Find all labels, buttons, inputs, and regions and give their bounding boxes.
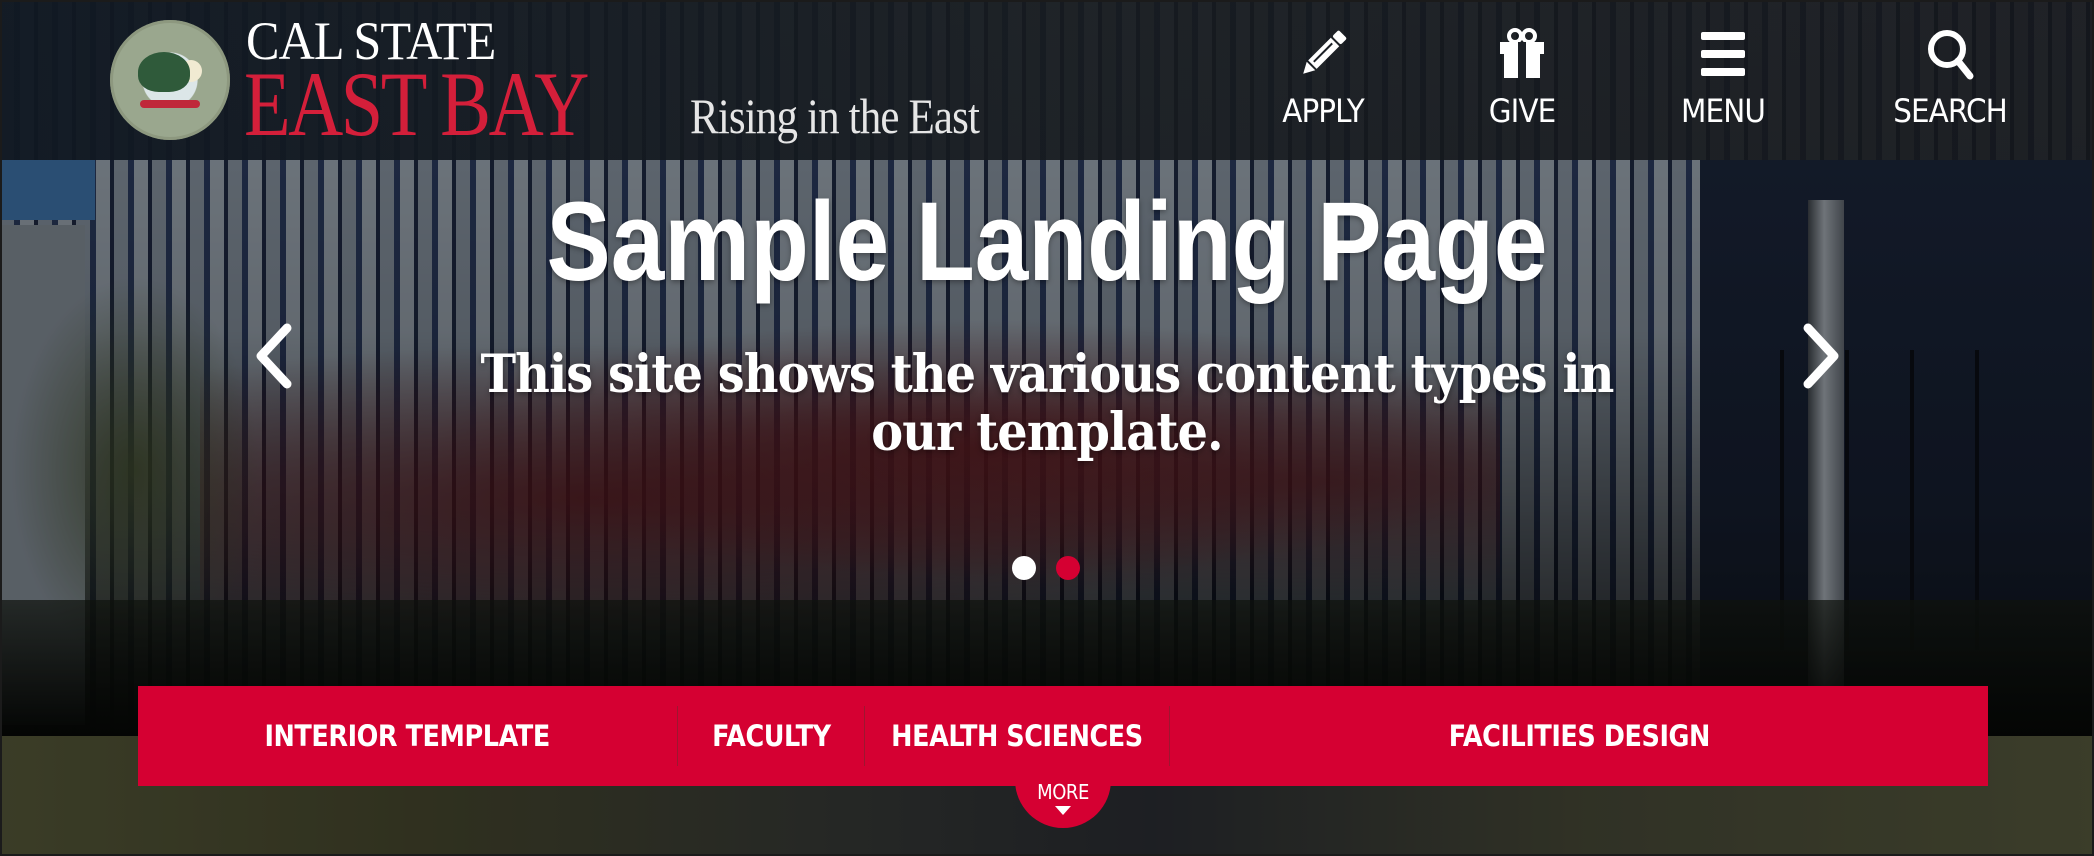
page: CAL STATE EAST BAY Rising in the East AP…	[0, 0, 2094, 856]
nav-label: HEALTH SCIENCES	[891, 719, 1143, 753]
brand-tagline: Rising in the East	[690, 88, 980, 144]
search-button[interactable]: SEARCH	[1870, 26, 2030, 136]
give-link[interactable]: GIVE	[1442, 26, 1602, 136]
carousel-dot-1[interactable]	[1012, 556, 1036, 580]
gift-icon	[1500, 28, 1544, 78]
carousel-pagination	[1012, 556, 1080, 582]
carousel-next-button[interactable]	[1790, 316, 1850, 396]
nav-interior-template[interactable]: INTERIOR TEMPLATE	[138, 686, 677, 786]
menu-label: MENU	[1681, 92, 1766, 130]
nav-label: FACILITIES DESIGN	[1448, 719, 1710, 753]
give-label: GIVE	[1488, 92, 1556, 130]
caret-down-icon	[1055, 806, 1071, 815]
hero-subtitle: This site shows the various content type…	[480, 344, 1614, 463]
nav-label: INTERIOR TEMPLATE	[264, 719, 551, 753]
site-header: CAL STATE EAST BAY Rising in the East AP…	[0, 0, 2094, 160]
nav-label: FACULTY	[711, 719, 831, 753]
chevron-right-icon	[1803, 323, 1839, 389]
carousel-prev-button[interactable]	[245, 316, 305, 396]
seal-tree-icon	[138, 52, 190, 92]
menu-button[interactable]: MENU	[1643, 26, 1803, 136]
university-seal-logo[interactable]	[110, 20, 230, 140]
search-icon	[1928, 30, 1974, 80]
apply-label: APPLY	[1282, 92, 1364, 130]
more-label: MORE	[1037, 780, 1089, 804]
nav-faculty[interactable]: FACULTY	[678, 686, 864, 786]
chevron-left-icon	[256, 323, 292, 389]
apply-link[interactable]: APPLY	[1243, 26, 1403, 136]
pencil-icon	[1303, 30, 1347, 74]
carousel-dot-2[interactable]	[1056, 556, 1080, 580]
nav-facilities-design[interactable]: FACILITIES DESIGN	[1170, 686, 1988, 786]
brand-line-2[interactable]: EAST BAY	[244, 58, 589, 150]
seal-ribbon-icon	[140, 100, 200, 108]
hamburger-menu-icon	[1701, 32, 1745, 76]
search-label: SEARCH	[1893, 92, 2008, 130]
hero-title: Sample Landing Page	[546, 179, 1548, 304]
